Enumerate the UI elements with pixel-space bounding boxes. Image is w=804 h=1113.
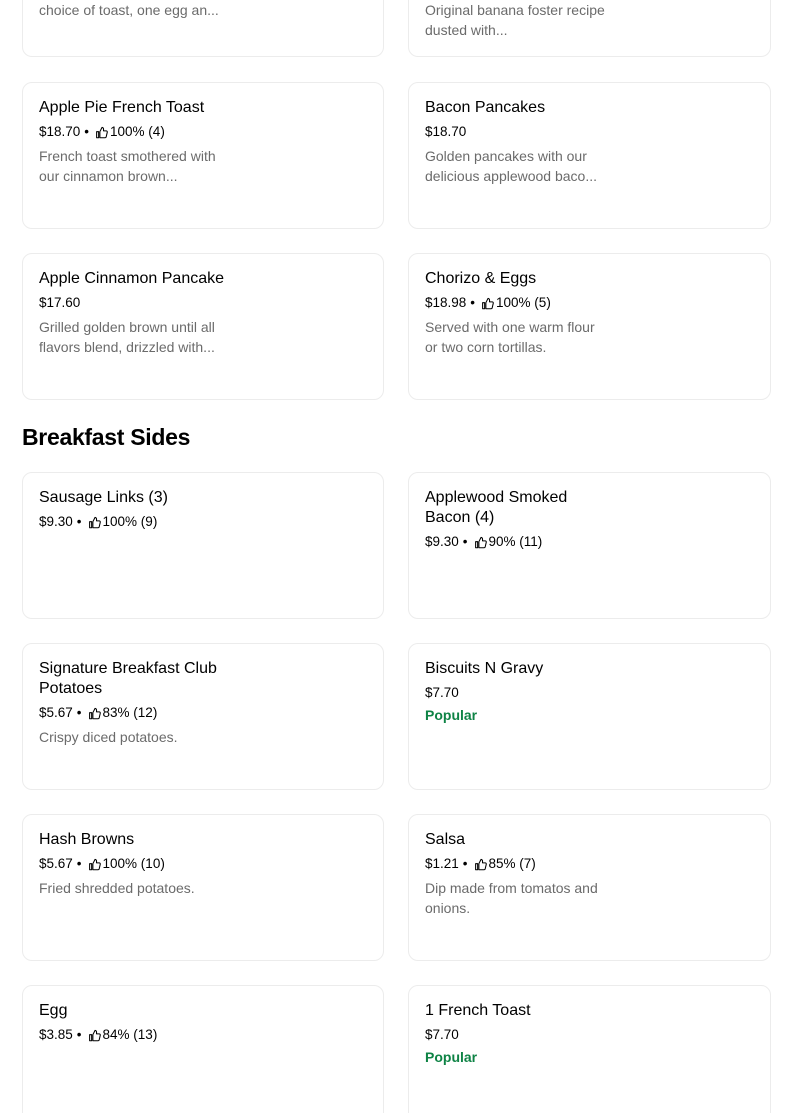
- menu-item-card[interactable]: Biscuits N Gravy $7.70 Popular: [408, 643, 771, 790]
- item-meta: $18.70 • 100% (4): [39, 122, 367, 142]
- menu-item-card[interactable]: Signature Breakfast Club Potatoes $5.67 …: [22, 643, 384, 790]
- menu-item-card[interactable]: Applewood Smoked Bacon (4) $9.30 • 90% (…: [408, 472, 771, 619]
- item-rating-value: 84% (13): [102, 1027, 158, 1042]
- separator: •: [462, 856, 468, 871]
- item-name: Sausage Links (3): [39, 489, 168, 506]
- item-name: 1 French Toast: [425, 1002, 531, 1019]
- item-meta: $9.30 • 100% (9): [39, 512, 367, 532]
- item-description: Crispy diced potatoes.: [39, 729, 178, 745]
- item-rating-value: 100% (10): [102, 856, 165, 871]
- item-price: $3.85: [39, 1027, 73, 1042]
- item-rating: • 100% (9): [73, 512, 158, 532]
- item-meta: $18.98 • 100% (5): [425, 293, 754, 313]
- menu-item-card[interactable]: Chorizo & Eggs $18.98 • 100% (5) Served …: [408, 253, 771, 400]
- item-name: Biscuits N Gravy: [425, 660, 544, 677]
- thumbs-up-icon: [96, 126, 108, 138]
- menu-item-card[interactable]: Apple Cinnamon Pancake $17.60 Grilled go…: [22, 253, 384, 400]
- thumbs-up-icon: [474, 858, 487, 870]
- thumbs-up-icon: [88, 516, 101, 528]
- item-meta: $18.70: [425, 122, 754, 142]
- separator: •: [84, 124, 90, 139]
- item-description: Golden pancakes with our delicious apple…: [425, 148, 598, 184]
- separator: •: [76, 856, 82, 871]
- popular-badge: Popular: [425, 1049, 478, 1065]
- item-price: $1.21: [425, 856, 459, 871]
- popular-badge: Popular: [425, 707, 478, 723]
- item-rating: • 84% (13): [73, 1025, 158, 1045]
- section-title: Breakfast Sides: [22, 424, 191, 450]
- item-price: $9.30: [39, 514, 73, 529]
- menu-item-card[interactable]: choice of toast, one egg an...: [22, 0, 384, 57]
- item-rating-value: 83% (12): [102, 705, 158, 720]
- item-rating-value: 100% (9): [102, 514, 158, 529]
- menu-item-card[interactable]: Sausage Links (3) $9.30 • 100% (9): [22, 472, 384, 619]
- item-price: $5.67: [39, 705, 73, 720]
- item-price: $18.70: [425, 124, 467, 139]
- item-price: $7.70: [425, 685, 459, 700]
- item-meta: $7.70: [425, 683, 754, 703]
- item-meta: $1.21 • 85% (7): [425, 854, 754, 874]
- menu-item-card[interactable]: Bacon Pancakes $18.70 Golden pancakes wi…: [408, 82, 771, 229]
- item-description: Fried shredded potatoes.: [39, 880, 195, 896]
- thumbs-up-icon: [482, 297, 494, 309]
- item-description: French toast smothered with our cinnamon…: [39, 148, 216, 184]
- item-meta: $17.60: [39, 293, 367, 313]
- item-description: Grilled golden brown until all flavors b…: [39, 319, 215, 355]
- menu-item-card[interactable]: Salsa $1.21 • 85% (7) Dip made from toma…: [408, 814, 771, 961]
- top-partial-grid: choice of toast, one egg an... Original …: [22, 0, 771, 57]
- item-name: Apple Cinnamon Pancake: [39, 270, 225, 287]
- item-rating: • 85% (7): [459, 854, 536, 874]
- item-rating-value: 100% (4): [110, 124, 165, 139]
- item-price: $17.60: [39, 295, 81, 310]
- item-rating: • 100% (5): [466, 293, 551, 313]
- item-price: $18.98: [425, 295, 467, 310]
- menu-item-card[interactable]: Egg $3.85 • 84% (13): [22, 985, 384, 1113]
- item-name: Signature Breakfast Club Potatoes: [39, 660, 217, 697]
- separator: •: [76, 514, 82, 529]
- thumbs-up-icon: [474, 536, 487, 548]
- item-price: $7.70: [425, 1027, 459, 1042]
- item-description: Original banana foster recipe dusted wit…: [425, 2, 605, 38]
- thumbs-up-icon: [88, 858, 101, 870]
- item-rating: • 100% (4): [80, 122, 165, 142]
- item-name: Egg: [39, 1002, 68, 1019]
- item-name: Hash Browns: [39, 831, 135, 848]
- item-price: $5.67: [39, 856, 73, 871]
- item-price: $18.70: [39, 124, 81, 139]
- menu-item-card[interactable]: Hash Browns $5.67 • 100% (10) Fried shre…: [22, 814, 384, 961]
- item-meta: $9.30 • 90% (11): [425, 532, 754, 552]
- item-description: Dip made from tomatos and onions.: [425, 880, 598, 916]
- item-name: Apple Pie French Toast: [39, 99, 205, 116]
- item-price: $9.30: [425, 534, 459, 549]
- separator: •: [470, 295, 476, 310]
- item-meta: $3.85 • 84% (13): [39, 1025, 367, 1045]
- item-rating: • 100% (10): [73, 854, 165, 874]
- breakfast-sides-grid: Sausage Links (3) $9.30 • 100% (9) Apple…: [22, 472, 771, 1113]
- item-rating: • 83% (12): [73, 703, 158, 723]
- item-description: choice of toast, one egg an...: [39, 2, 219, 18]
- separator: •: [76, 705, 82, 720]
- item-name: Salsa: [425, 831, 466, 848]
- breakfast-grid: Apple Pie French Toast $18.70 • 100% (4)…: [22, 82, 771, 400]
- separator: •: [76, 1027, 82, 1042]
- menu-item-card[interactable]: Original banana foster recipe dusted wit…: [408, 0, 771, 57]
- item-name: Applewood Smoked Bacon (4): [425, 489, 568, 526]
- thumbs-up-icon: [88, 707, 101, 719]
- item-rating-value: 100% (5): [496, 295, 551, 310]
- menu-item-card[interactable]: 1 French Toast $7.70 Popular: [408, 985, 771, 1113]
- item-meta: $7.70: [425, 1025, 754, 1045]
- menu-item-card[interactable]: Apple Pie French Toast $18.70 • 100% (4)…: [22, 82, 384, 229]
- item-rating-value: 90% (11): [488, 534, 543, 549]
- separator: •: [462, 534, 468, 549]
- item-name: Bacon Pancakes: [425, 99, 546, 116]
- item-rating: • 90% (11): [459, 532, 543, 552]
- item-rating-value: 85% (7): [488, 856, 536, 871]
- item-name: Chorizo & Eggs: [425, 270, 537, 287]
- item-meta: $5.67 • 100% (10): [39, 854, 367, 874]
- item-description: Served with one warm flour or two corn t…: [425, 319, 595, 355]
- thumbs-up-icon: [88, 1029, 101, 1041]
- item-meta: $5.67 • 83% (12): [39, 703, 367, 723]
